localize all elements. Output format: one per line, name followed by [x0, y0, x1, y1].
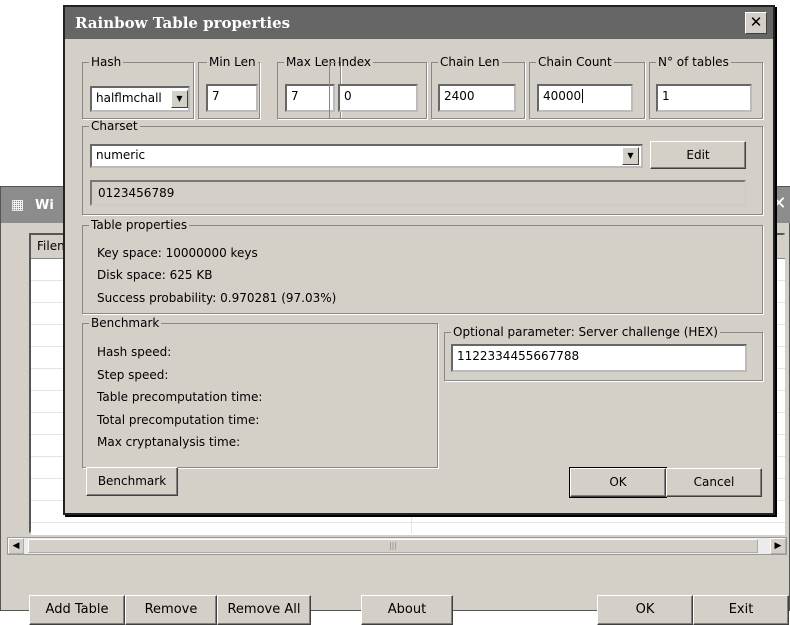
- num-tables-input[interactable]: 1: [656, 84, 752, 112]
- min-len-input[interactable]: 7: [206, 84, 258, 112]
- dialog-title: Rainbow Table properties: [75, 14, 291, 32]
- charset-select[interactable]: numeric: [90, 144, 643, 168]
- chain-count-legend: Chain Count: [538, 55, 612, 69]
- min-len-legend: Min Len: [209, 55, 256, 69]
- chain-count-input[interactable]: 40000: [537, 84, 633, 112]
- hash-value: halflmchall: [96, 91, 162, 105]
- dialog-cancel-button[interactable]: Cancel: [666, 468, 762, 497]
- step-speed-label: Step speed:: [97, 368, 169, 382]
- add-table-button[interactable]: Add Table: [29, 595, 125, 625]
- total-precomputation-time-label: Total precomputation time:: [97, 413, 260, 427]
- max-len-input[interactable]: 7: [285, 84, 335, 112]
- disk-space-text: Disk space: 625 KB: [97, 268, 213, 282]
- scroll-right-icon[interactable]: ▶: [770, 538, 786, 554]
- dialog-ok-button[interactable]: OK: [569, 467, 667, 498]
- success-probability-text: Success probability: 0.970281 (97.03%): [97, 291, 337, 305]
- charset-chars: 0123456789: [90, 180, 746, 206]
- rainbow-table-properties-dialog: Rainbow Table properties ✕ Hash halflmch…: [63, 5, 775, 515]
- table-properties-legend: Table properties: [91, 218, 188, 232]
- hash-speed-label: Hash speed:: [97, 345, 172, 359]
- index-legend: Index: [338, 55, 372, 69]
- charset-legend: Charset: [91, 119, 138, 133]
- key-space-text: Key space: 10000000 keys: [97, 246, 258, 260]
- remove-all-button[interactable]: Remove All: [217, 595, 311, 625]
- benchmark-button[interactable]: Benchmark: [86, 467, 178, 496]
- close-icon[interactable]: ✕: [745, 12, 767, 34]
- server-challenge-input[interactable]: 1122334455667788: [451, 344, 747, 372]
- chain-len-input[interactable]: 2400: [438, 84, 516, 112]
- remove-button[interactable]: Remove: [125, 595, 217, 625]
- table-precomputation-time-label: Table precomputation time:: [97, 390, 263, 404]
- window-grid-icon: ▦: [11, 197, 25, 213]
- hash-legend: Hash: [91, 55, 122, 69]
- dialog-titlebar[interactable]: Rainbow Table properties ✕: [65, 7, 773, 39]
- scroll-thumb[interactable]: |||: [28, 539, 758, 553]
- edit-charset-button[interactable]: Edit: [650, 141, 746, 169]
- chain-len-legend: Chain Len: [440, 55, 500, 69]
- main-ok-button[interactable]: OK: [597, 595, 693, 625]
- about-button[interactable]: About: [361, 595, 453, 625]
- benchmark-legend: Benchmark: [91, 316, 160, 330]
- chevron-down-icon[interactable]: ▼: [622, 147, 639, 165]
- optional-parameter-legend: Optional parameter: Server challenge (HE…: [453, 325, 718, 339]
- chevron-down-icon[interactable]: ▼: [171, 90, 188, 108]
- main-window-title: Wi: [35, 198, 54, 213]
- exit-button[interactable]: Exit: [693, 595, 789, 625]
- charset-value: numeric: [96, 148, 146, 162]
- num-tables-legend: N° of tables: [658, 55, 729, 69]
- filename-column-header[interactable]: Filen: [37, 239, 65, 253]
- max-cryptanalysis-time-label: Max cryptanalysis time:: [97, 435, 241, 449]
- horizontal-scrollbar[interactable]: ◀ ||| ▶: [7, 537, 787, 555]
- index-input[interactable]: 0: [338, 84, 418, 112]
- chain-count-value: 40000: [543, 89, 582, 103]
- scroll-left-icon[interactable]: ◀: [8, 538, 24, 554]
